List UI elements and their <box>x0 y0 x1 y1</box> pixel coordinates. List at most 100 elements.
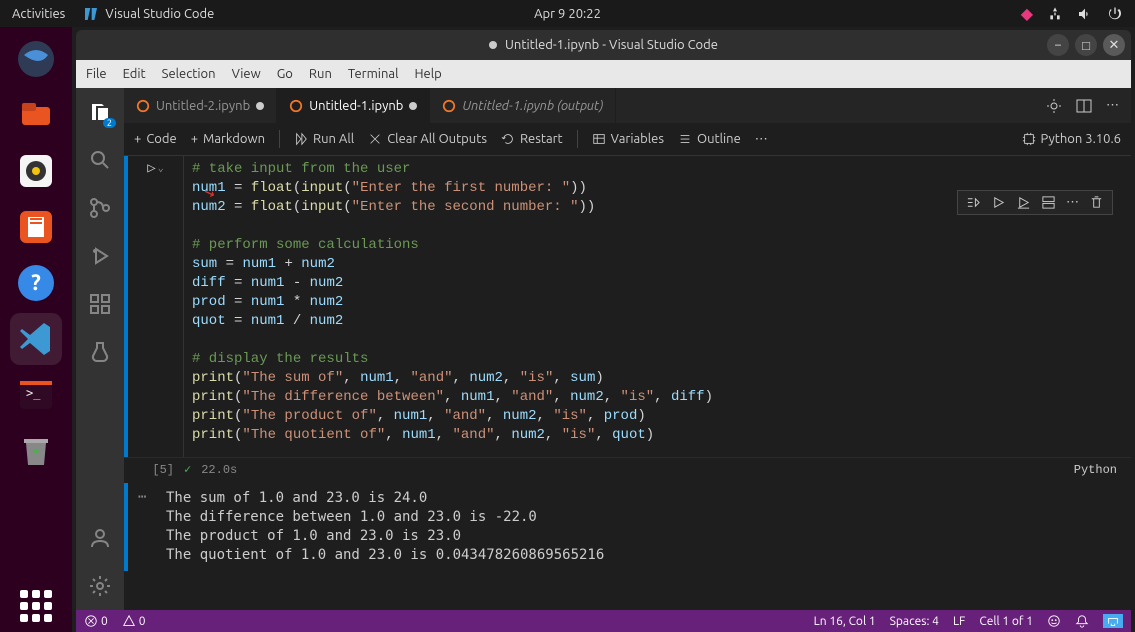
lens-indicator-icon[interactable]: ◆ <box>1021 4 1033 23</box>
dock-help[interactable]: ? <box>10 257 62 309</box>
activity-bar: 2 <box>76 88 124 610</box>
success-check-icon: ✓ <box>184 461 191 480</box>
menu-bar: File Edit Selection View Go Run Terminal Help <box>76 60 1131 88</box>
output-text: The sum of 1.0 and 23.0 is 24.0 The diff… <box>158 483 1131 571</box>
kernel-picker[interactable]: Python 3.10.6 <box>1022 132 1121 146</box>
jupyter-file-icon <box>289 99 303 113</box>
status-bar: 0 0 Ln 16, Col 1 Spaces: 4 LF Cell 1 of … <box>76 610 1131 632</box>
activity-explorer[interactable]: 2 <box>86 98 114 126</box>
variables-button[interactable]: Variables <box>592 132 664 146</box>
menu-run[interactable]: Run <box>309 67 332 81</box>
tab-untitled-2-ipynb[interactable]: Untitled-2.ipynb <box>124 88 277 123</box>
execute-above-icon[interactable] <box>1016 195 1031 210</box>
dock-terminal[interactable]: >_ <box>10 369 62 421</box>
activity-debug[interactable] <box>86 242 114 270</box>
ubuntu-dock: ? >_ <box>0 27 72 632</box>
split-cell-icon[interactable] <box>1041 195 1056 210</box>
dirty-dot-icon <box>409 102 417 110</box>
clock[interactable]: Apr 9 20:22 <box>534 7 601 21</box>
tab-actions: ⋯ <box>1046 88 1131 123</box>
status-bell-icon[interactable] <box>1075 614 1089 628</box>
activities-button[interactable]: Activities <box>12 7 65 21</box>
svg-text:?: ? <box>31 270 41 295</box>
cell-exec-meta: [5] ✓ 22.0s Python <box>124 457 1131 483</box>
menu-view[interactable]: View <box>232 67 261 81</box>
add-markdown-button[interactable]: + Markdown <box>191 132 265 146</box>
notebook-toolbar: + Code + Markdown Run All Clear All Outp… <box>124 123 1131 156</box>
network-icon[interactable] <box>1047 6 1063 22</box>
execute-cell-icon[interactable] <box>991 195 1006 210</box>
status-errors[interactable]: 0 <box>84 614 108 628</box>
dock-software[interactable] <box>10 201 62 253</box>
window-maximize-button[interactable]: □ <box>1075 34 1097 56</box>
activity-testing[interactable] <box>86 338 114 366</box>
volume-icon[interactable] <box>1077 6 1093 22</box>
menu-go[interactable]: Go <box>277 67 293 81</box>
window-close-button[interactable]: ✕ <box>1103 34 1125 56</box>
jupyter-file-icon <box>136 99 150 113</box>
cell-more-icon[interactable]: ⋯ <box>1066 195 1079 210</box>
run-all-button[interactable]: Run All <box>294 132 354 146</box>
cell-language[interactable]: Python <box>1074 461 1131 480</box>
run-cell-icon[interactable]: ▷ <box>147 160 155 457</box>
activity-settings[interactable] <box>86 572 114 600</box>
chevron-down-icon[interactable]: ⌄ <box>158 160 164 457</box>
add-code-button[interactable]: + Code <box>134 132 177 146</box>
dock-thunderbird[interactable] <box>10 33 62 85</box>
clear-outputs-button[interactable]: Clear All Outputs <box>368 132 487 146</box>
split-editor-icon[interactable] <box>1076 98 1092 114</box>
status-cursor[interactable]: Ln 16, Col 1 <box>814 615 876 628</box>
tab-untitled-1-ipynb[interactable]: Untitled-1.ipynb <box>277 88 430 123</box>
power-icon[interactable] <box>1107 6 1123 22</box>
dock-files[interactable] <box>10 89 62 141</box>
cell-output: ⋯ The sum of 1.0 and 23.0 is 24.0 The di… <box>124 483 1131 571</box>
status-warnings[interactable]: 0 <box>122 614 146 628</box>
editor-area: Untitled-2.ipynb Untitled-1.ipynb Untitled… <box>124 88 1131 610</box>
menu-terminal[interactable]: Terminal <box>348 67 399 81</box>
vscode-window: Untitled-1.ipynb - Visual Studio Code − … <box>76 30 1131 632</box>
delete-cell-icon[interactable] <box>1089 195 1104 210</box>
dirty-indicator-icon <box>489 41 497 49</box>
outline-button[interactable]: Outline <box>678 132 741 146</box>
output-more-icon[interactable]: ⋯ <box>128 483 158 571</box>
dirty-dot-icon <box>256 102 264 110</box>
more-actions-icon[interactable]: ⋯ <box>1106 98 1119 113</box>
menu-help[interactable]: Help <box>414 67 441 81</box>
activity-extensions[interactable] <box>86 290 114 318</box>
menu-file[interactable]: File <box>86 67 107 81</box>
status-ports-icon[interactable] <box>1103 614 1123 628</box>
activity-search[interactable] <box>86 146 114 174</box>
tab-untitled-1-ipynb--output-[interactable]: Untitled-1.ipynb (output) <box>430 88 616 123</box>
jupyter-file-icon <box>442 99 456 113</box>
app-menu[interactable]: Visual Studio Code <box>83 6 214 22</box>
notebook-cells: ▷ ⌄ ↘ # take input from the usernum1 = f… <box>124 156 1131 610</box>
activity-scm[interactable] <box>86 194 114 222</box>
toolbar-more-icon[interactable]: ⋯ <box>755 132 768 147</box>
status-spaces[interactable]: Spaces: 4 <box>890 615 939 628</box>
dock-vscode[interactable] <box>10 313 62 365</box>
menu-edit[interactable]: Edit <box>123 67 146 81</box>
editor-tabs: Untitled-2.ipynb Untitled-1.ipynb Untitled… <box>124 88 1131 123</box>
window-minimize-button[interactable]: − <box>1047 34 1069 56</box>
tab-label: Untitled-2.ipynb <box>156 99 250 113</box>
exec-time: 22.0s <box>201 461 237 480</box>
window-title: Untitled-1.ipynb - Visual Studio Code <box>505 38 718 52</box>
activity-accounts[interactable] <box>86 524 114 552</box>
status-cell[interactable]: Cell 1 of 1 <box>979 615 1033 628</box>
run-config-icon[interactable] <box>1046 98 1062 114</box>
restart-button[interactable]: Restart <box>501 132 563 146</box>
exec-count: [5] <box>134 461 174 480</box>
window-titlebar: Untitled-1.ipynb - Visual Studio Code − … <box>76 30 1131 60</box>
svg-text:>_: >_ <box>26 386 41 400</box>
dock-rhythmbox[interactable] <box>10 145 62 197</box>
gnome-topbar: Activities Visual Studio Code Apr 9 20:2… <box>0 0 1135 27</box>
cell-floating-toolbar: ⋯ <box>957 190 1113 215</box>
menu-selection[interactable]: Selection <box>162 67 216 81</box>
dock-apps-grid[interactable] <box>20 590 52 622</box>
status-feedback-icon[interactable] <box>1047 614 1061 628</box>
dock-trash[interactable] <box>10 425 62 477</box>
run-by-line-icon[interactable] <box>966 195 981 210</box>
tab-label: Untitled-1.ipynb (output) <box>462 99 603 113</box>
status-eol[interactable]: LF <box>953 615 965 628</box>
explorer-badge: 2 <box>103 118 116 128</box>
